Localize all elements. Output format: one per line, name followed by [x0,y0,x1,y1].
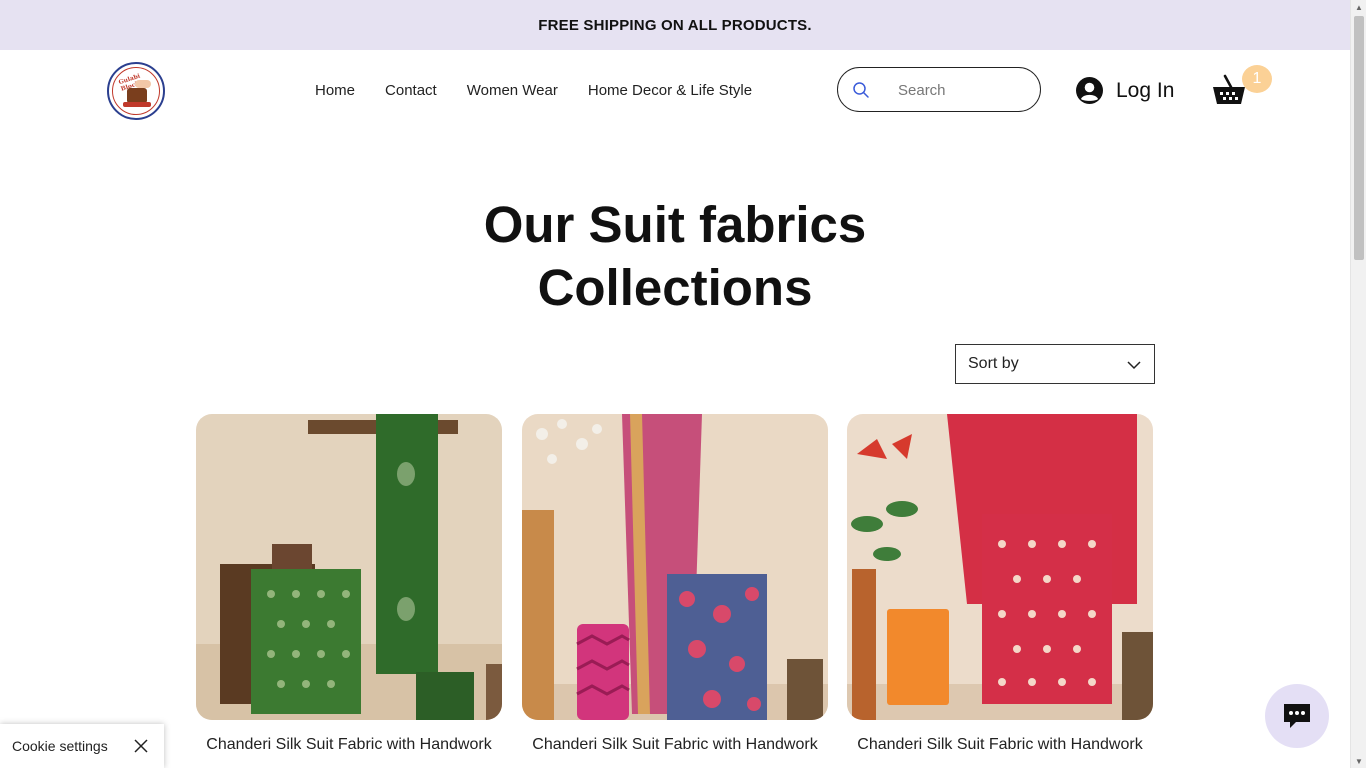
product-image[interactable] [522,414,828,720]
cookie-settings-label[interactable]: Cookie settings [12,738,108,754]
page-title-line2: Collections [537,259,813,316]
nav-home[interactable]: Home [315,82,355,99]
page-title: Our Suit fabrics Collections [0,193,1350,319]
product-card[interactable]: Chanderi Silk Suit Fabric with Handwork [196,414,502,753]
chevron-down-icon [1127,361,1141,370]
chat-bubble-icon [1284,704,1310,728]
product-card[interactable]: Chanderi Silk Suit Fabric with Handwork [522,414,828,753]
product-photo-red [847,414,1153,720]
sort-dropdown[interactable]: Sort by [955,344,1155,384]
logo-emblem: Gulabi Blocks [112,67,160,115]
product-card[interactable]: Chanderi Silk Suit Fabric with Handwork [847,414,1153,753]
promo-text: FREE SHIPPING ON ALL PRODUCTS. [538,16,812,34]
login-label: Log In [1116,78,1175,102]
product-photo-pink-blue [522,414,828,720]
nav-home-decor[interactable]: Home Decor & Life Style [588,82,752,99]
cookie-settings-bar[interactable]: Cookie settings [0,724,164,768]
promo-bar: FREE SHIPPING ON ALL PRODUCTS. [0,0,1350,50]
close-icon[interactable] [134,739,148,753]
search-input[interactable] [898,78,1028,102]
scroll-down-arrow-icon[interactable]: ▼ [1351,754,1366,768]
sort-label: Sort by [968,355,1019,372]
nav-contact[interactable]: Contact [385,82,437,99]
logo-hand-shape [135,80,151,88]
scroll-up-arrow-icon[interactable]: ▲ [1351,0,1366,14]
product-image[interactable] [847,414,1153,720]
login-button[interactable]: Log In [1076,77,1174,104]
main-nav: Home Contact Women Wear Home Decor & Lif… [315,82,752,99]
product-photo-green [196,414,502,720]
scroll-thumb[interactable] [1354,16,1364,260]
search-box[interactable] [837,67,1041,112]
cart-count-badge[interactable]: 1 [1242,65,1272,93]
logo-block-shape [127,88,147,102]
page-scrollbar[interactable]: ▲ ▼ [1350,0,1366,768]
product-image[interactable] [196,414,502,720]
site-header: Gulabi Blocks Home Contact Women Wear Ho… [0,50,1350,134]
search-icon [853,82,869,98]
logo-base-shape [123,102,151,107]
page-title-line1: Our Suit fabrics [483,196,867,253]
product-title[interactable]: Chanderi Silk Suit Fabric with Handwork [847,736,1153,754]
product-title[interactable]: Chanderi Silk Suit Fabric with Handwork [196,736,502,754]
site-logo[interactable]: Gulabi Blocks [107,62,165,120]
user-avatar-icon [1076,77,1103,104]
product-title[interactable]: Chanderi Silk Suit Fabric with Handwork [522,736,828,754]
chat-button[interactable] [1265,684,1329,748]
nav-women-wear[interactable]: Women Wear [467,82,558,99]
